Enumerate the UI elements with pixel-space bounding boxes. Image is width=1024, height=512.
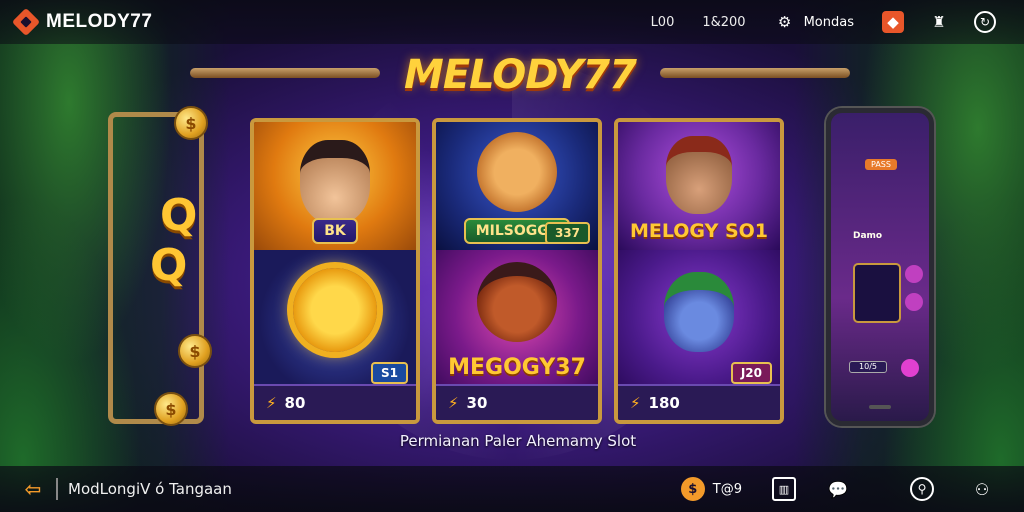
phone-mockup: PASS Damo 10/5 — [826, 108, 934, 426]
phone-button-icon — [905, 293, 923, 311]
coin-icon[interactable]: $ — [680, 477, 705, 501]
top-right-controls: L00 1&200 ⚙ Mondas ◆ ♜ ↻ — [651, 0, 1004, 44]
game-lobby-background: MELODY77 L00 1&200 ⚙ Mondas ◆ ♜ ↻ MELODY… — [0, 0, 1024, 512]
phone-label: Damo — [853, 231, 883, 241]
game-card-footer: ⚡ 30 — [436, 384, 598, 420]
game-card-footer: ⚡ 180 — [618, 384, 780, 420]
game-card-1[interactable]: BK S1 ⚡ 80 — [250, 118, 420, 424]
gold-letter-2: Q — [150, 240, 188, 291]
user-icon[interactable]: ⚇ — [970, 477, 994, 501]
game-tile-bear[interactable]: MEGOGY37 — [436, 250, 598, 392]
game-tile-hero[interactable]: BK — [254, 122, 416, 250]
top-stat-1: L00 — [650, 14, 675, 30]
top-bar: MELODY77 L00 1&200 ⚙ Mondas ◆ ♜ ↻ — [0, 0, 1024, 44]
game-tile-badge: J20 — [730, 362, 772, 384]
hero-portrait — [300, 140, 370, 224]
chat-icon[interactable]: 💬 — [826, 477, 850, 501]
game-tile-label: MEGOGY37 — [448, 355, 586, 380]
search-icon[interactable]: ⚲ — [910, 477, 934, 501]
title-banner: MELODY77 — [190, 52, 850, 104]
lightning-icon: ⚡ — [448, 394, 459, 412]
game-tile-lion[interactable]: MILSOGGE 337 — [436, 122, 598, 250]
building-icon[interactable]: ▥ — [772, 477, 796, 501]
bottom-bar: ⇦ ModLongiV ó Tangaan $ T@9 ▥ 💬 ⚲ ⚇ — [0, 466, 1024, 512]
phone-button-icon — [905, 265, 923, 283]
gear-icon[interactable]: ⚙ — [774, 11, 796, 33]
bandit-portrait — [666, 136, 732, 214]
phone-slot-preview — [853, 263, 901, 323]
game-card-2[interactable]: MILSOGGE 337 MEGOGY37 ⚡ 30 — [432, 118, 602, 424]
game-card-value: 80 — [284, 394, 306, 412]
gold-coin-icon: $ — [178, 334, 212, 368]
phone-button-icon — [901, 359, 919, 377]
joker-head-art — [664, 272, 734, 352]
game-tile-bandit[interactable]: MELOGY SO1 — [618, 122, 780, 250]
gold-letter-1: Q — [160, 190, 198, 241]
game-grid: BK S1 ⚡ 80 MILSOGGE 337 MEGOGY37 ⚡ 30 ME… — [250, 118, 786, 424]
lobby-subtitle: Permianan Paler Ahemamy Slot — [399, 432, 637, 450]
trophy-icon[interactable]: ♜ — [928, 11, 950, 33]
game-card-value: 180 — [648, 394, 680, 412]
phone-home-indicator — [869, 405, 891, 409]
brand-diamond-icon — [11, 7, 41, 37]
game-tile-sun[interactable]: S1 — [254, 250, 416, 392]
sun-mask-art — [293, 268, 377, 352]
game-tile-joker[interactable]: J20 — [618, 250, 780, 392]
back-arrow-icon[interactable]: ⇦ — [20, 476, 46, 502]
bottom-right-controls: $ T@9 ▥ 💬 ⚲ ⚇ — [680, 466, 994, 512]
game-card-value: 30 — [466, 394, 488, 412]
phone-badge: PASS — [865, 159, 897, 170]
divider — [56, 478, 58, 500]
title-rod-left — [190, 68, 380, 78]
menu-label[interactable]: Mondas — [804, 15, 854, 30]
lightning-icon: ⚡ — [630, 394, 641, 412]
bear-head-art — [477, 262, 557, 342]
game-card-3[interactable]: MELOGY SO1 J20 ⚡ 180 — [614, 118, 784, 424]
game-tile-label: BK — [312, 218, 358, 244]
refresh-icon[interactable]: ↻ — [974, 11, 996, 33]
gold-coin-icon: $ — [174, 106, 208, 140]
top-stat-2: 1&200 — [702, 14, 746, 30]
game-tile-label: MELOGY SO1 — [629, 220, 769, 242]
balance-label: T@9 — [712, 481, 742, 497]
game-card-footer: ⚡ 80 — [254, 384, 416, 420]
lion-head-art — [477, 132, 557, 212]
shield-icon[interactable]: ◆ — [882, 11, 904, 33]
phone-status-bar: 10/5 — [849, 361, 887, 373]
brand-name: MELODY77 — [46, 11, 153, 32]
brand-logo[interactable]: MELODY77 — [11, 7, 153, 37]
game-tile-badge: S1 — [371, 362, 408, 384]
game-tile-badge: 337 — [544, 222, 590, 244]
breadcrumb: ModLongiV ó Tangaan — [68, 480, 232, 498]
gold-coin-icon: $ — [154, 392, 188, 426]
lightning-icon: ⚡ — [266, 394, 277, 412]
page-title: MELODY77 — [404, 52, 637, 98]
title-rod-right — [660, 68, 850, 78]
